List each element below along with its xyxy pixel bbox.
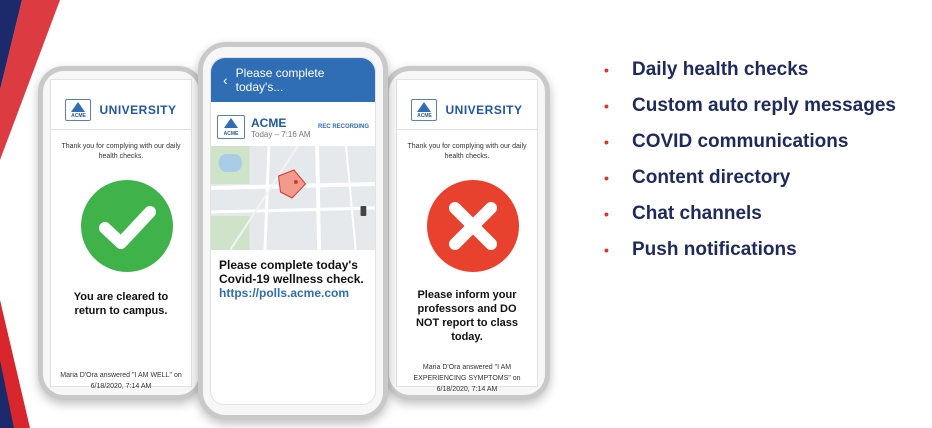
middle-phone-screen: ‹ Please complete today's... ACME ACME T…	[210, 57, 376, 405]
thanks-text: Thank you for complying with our daily h…	[407, 143, 527, 160]
feature-item: • Push notifications	[604, 239, 797, 260]
message-body: Please complete today's Covid-19 wellnes…	[219, 258, 369, 300]
feature-item: • Chat channels	[604, 203, 762, 224]
right-phone: ACME UNIVERSITY Thank you for complying …	[384, 66, 550, 400]
university-title: UNIVERSITY	[445, 102, 523, 117]
middle-phone: ‹ Please complete today's... ACME ACME T…	[198, 42, 388, 420]
message-text: Please complete today's Covid-19 wellnes…	[219, 258, 364, 286]
poll-link[interactable]: https://polls.acme.com	[219, 286, 369, 300]
answered-text: Maria D'Ora answered "I AM EXPERIENCING …	[413, 364, 521, 393]
acme-logo: ACME	[411, 98, 438, 121]
right-phone-screen: ACME UNIVERSITY Thank you for complying …	[396, 79, 538, 393]
acme-logo: ACME	[217, 115, 245, 139]
acme-logo: ACME	[65, 98, 92, 121]
topbar-title: Please complete today's...	[235, 66, 325, 94]
back-chevron-icon[interactable]: ‹	[223, 72, 228, 88]
message-header: ACME ACME Today – 7:16 AM REC RECORDING	[217, 110, 369, 144]
message-topbar: ‹ Please complete today's...	[211, 58, 375, 102]
recording-badge: REC RECORDING	[317, 124, 369, 130]
university-title: UNIVERSITY	[99, 102, 177, 117]
left-phone: ACME UNIVERSITY Thank you for complying …	[38, 66, 204, 400]
check-icon	[99, 206, 156, 249]
location-map[interactable]	[211, 146, 375, 250]
bullet-icon: •	[604, 206, 609, 222]
feature-list: • Daily health checks • Custom auto reply …	[604, 52, 896, 268]
answered-text: Maria D'Ora answered "I AM WELL" on 6/18…	[60, 372, 182, 390]
result-text: Please inform your professors and DO NOT…	[415, 289, 519, 343]
university-header: ACME UNIVERSITY	[397, 90, 537, 130]
sender-name: ACME	[251, 115, 287, 130]
feature-item: • Daily health checks	[604, 59, 809, 80]
result-text: You are cleared to return to campus.	[73, 291, 169, 317]
feature-item: • Custom auto reply messages	[604, 95, 896, 116]
bullet-icon: •	[604, 242, 609, 258]
feature-item: • Content directory	[604, 167, 791, 188]
university-header: ACME UNIVERSITY	[51, 90, 191, 130]
bullet-icon: •	[604, 62, 609, 78]
thanks-text: Thank you for complying with our daily h…	[61, 143, 181, 160]
not-cleared-x-circle	[427, 180, 519, 272]
sender-block: ACME Today – 7:16 AM	[251, 116, 311, 139]
bullet-icon: •	[604, 170, 609, 186]
bullet-icon: •	[604, 134, 609, 150]
x-icon	[449, 202, 497, 250]
left-phone-screen: ACME UNIVERSITY Thank you for complying …	[50, 79, 192, 390]
bullet-icon: •	[604, 98, 609, 114]
message-time: Today – 7:16 AM	[251, 129, 311, 139]
feature-item: • COVID communications	[604, 131, 849, 152]
map-graphic	[211, 146, 375, 250]
cleared-check-circle	[81, 180, 173, 272]
